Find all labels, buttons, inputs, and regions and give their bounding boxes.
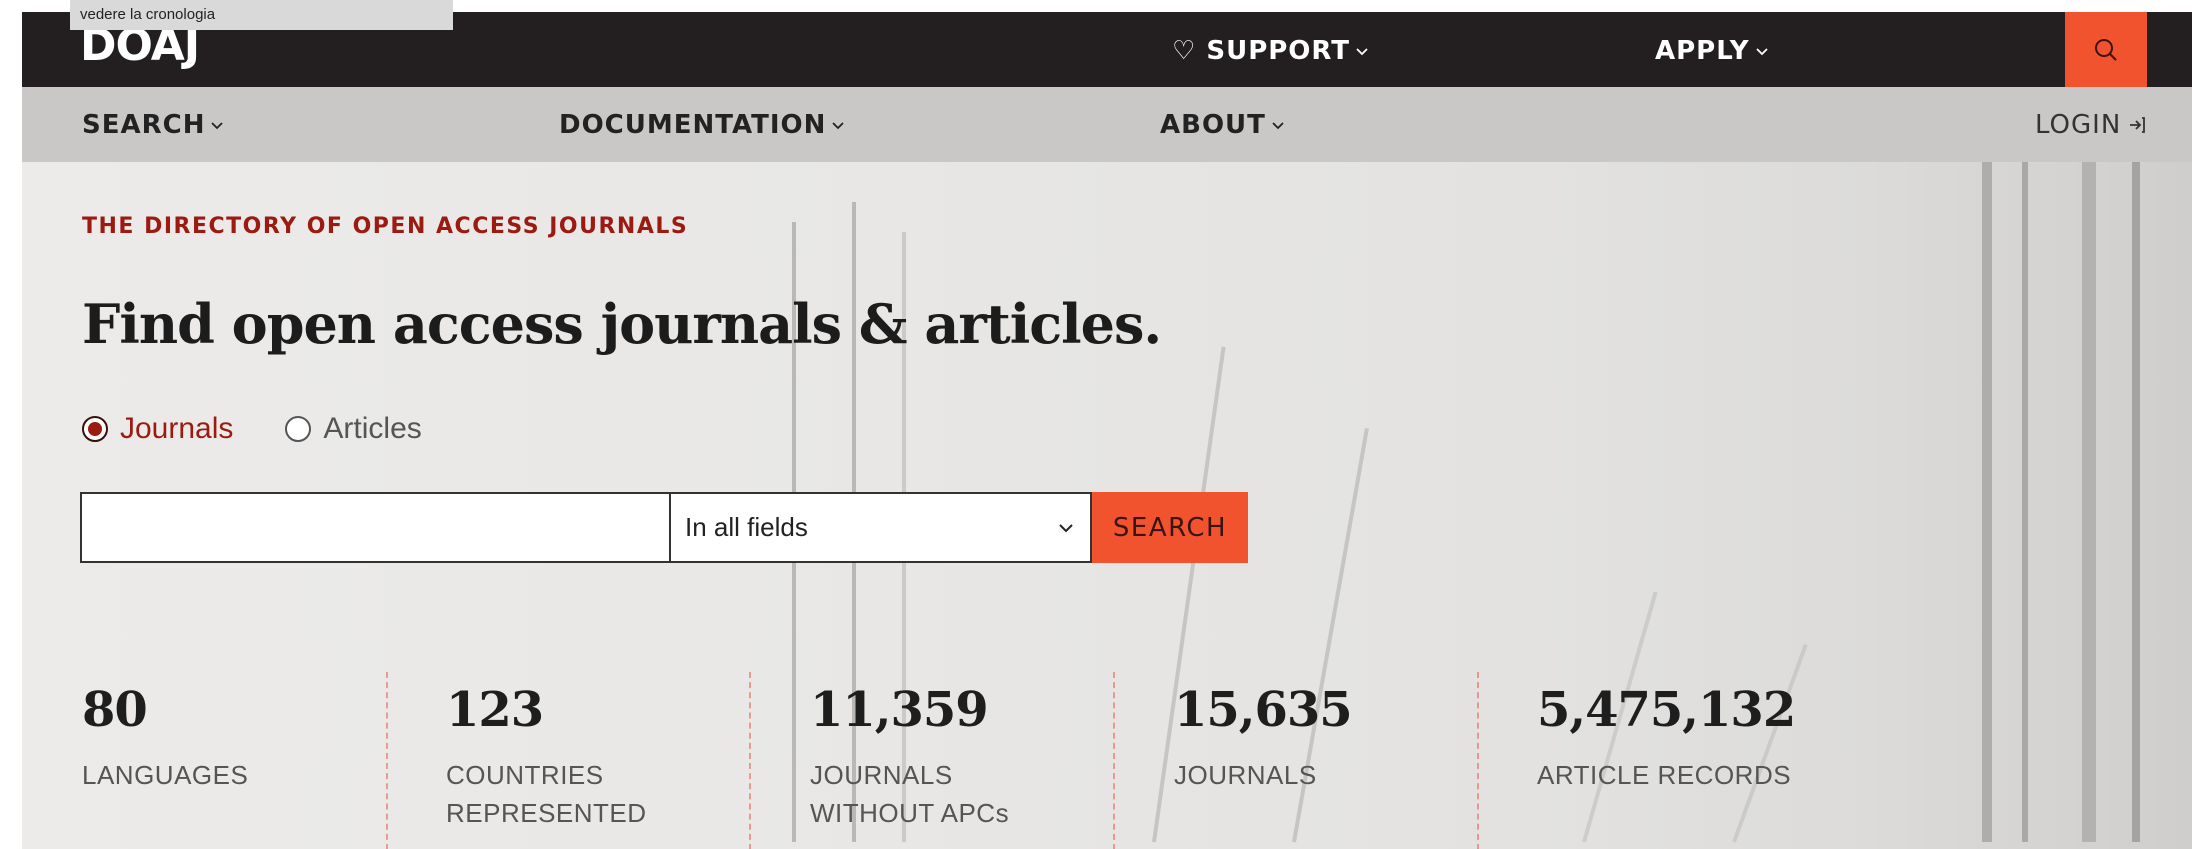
stat-divider (749, 672, 751, 849)
decorative-stroke (1982, 102, 1992, 842)
nav-login[interactable]: LOGIN (2035, 110, 2147, 140)
stat-label-line: LANGUAGES (82, 760, 249, 790)
stat-label-line: JOURNALS (1174, 760, 1317, 790)
decorative-stroke (2082, 102, 2096, 842)
stat-label: COUNTRIES REPRESENTED (446, 756, 647, 832)
stat-divider (1477, 672, 1479, 849)
history-tooltip: vedere la cronologia (70, 0, 453, 30)
stat-divider (1113, 672, 1115, 849)
support-menu[interactable]: ♡ SUPPORT (1172, 36, 1368, 66)
site-kicker: THE DIRECTORY OF OPEN ACCESS JOURNALS (82, 214, 689, 239)
stat-label: JOURNALS (1174, 756, 1352, 794)
chevron-down-icon (1755, 48, 1768, 56)
nav-about-label: ABOUT (1160, 110, 1266, 140)
stat-value: 5,475,132 (1537, 682, 1796, 738)
chevron-down-icon (1356, 48, 1368, 56)
nav-documentation-label: DOCUMENTATION (559, 110, 827, 140)
stat-label-line: ARTICLE RECORDS (1537, 760, 1792, 790)
stat-article-records: 5,475,132 ARTICLE RECORDS (1537, 682, 1796, 794)
stat-label: LANGUAGES (82, 756, 248, 794)
apply-menu[interactable]: APPLY (1655, 36, 1768, 66)
radio-articles[interactable]: Articles (285, 412, 422, 446)
stat-countries: 123 COUNTRIES REPRESENTED (446, 682, 647, 832)
chevron-down-icon (1272, 122, 1284, 130)
chevron-down-icon (832, 122, 845, 130)
nav-documentation[interactable]: DOCUMENTATION (559, 110, 845, 140)
nav-login-label: LOGIN (2035, 110, 2122, 140)
stat-value: 15,635 (1174, 682, 1353, 738)
stat-label: JOURNALS WITHOUT APCs (810, 756, 1009, 832)
chevron-down-icon (1059, 523, 1073, 532)
stat-label: ARTICLE RECORDS (1537, 756, 1795, 794)
field-select[interactable]: In all fields (671, 492, 1092, 563)
stat-divider (386, 672, 388, 849)
search-icon (2095, 38, 2117, 61)
main-nav (22, 87, 2192, 162)
stat-value: 80 (82, 682, 148, 738)
stat-value: 123 (446, 682, 544, 738)
stat-journals: 15,635 JOURNALS (1174, 682, 1353, 794)
page-title: Find open access journals & articles. (82, 292, 1162, 356)
stat-label-line: REPRESENTED (446, 798, 647, 828)
radio-journals-label: Journals (120, 412, 234, 445)
radio-articles-label: Articles (323, 412, 422, 445)
browser-viewport: DOAJ ♡ SUPPORT APPLY SEARCH DOCUMENTATIO… (22, 12, 2192, 849)
radio-selected-icon[interactable] (82, 416, 108, 442)
stat-label-line: WITHOUT APCs (810, 798, 1010, 828)
header-search-button[interactable] (2065, 12, 2147, 87)
radio-journals[interactable]: Journals (82, 412, 233, 446)
search-input[interactable] (80, 492, 671, 563)
decorative-stroke (2022, 102, 2028, 842)
search-type-toggle: Journals Articles (82, 412, 422, 446)
nav-search[interactable]: SEARCH (82, 110, 224, 140)
radio-unselected-icon[interactable] (285, 416, 312, 442)
support-label: ♡ SUPPORT (1172, 36, 1350, 66)
field-select-value: In all fields (685, 512, 808, 542)
login-icon (2130, 117, 2146, 133)
nav-search-label: SEARCH (82, 110, 206, 140)
chevron-down-icon (211, 122, 224, 130)
decorative-stroke (2132, 102, 2140, 842)
nav-about[interactable]: ABOUT (1160, 110, 1284, 140)
stat-value: 11,359 (810, 682, 989, 738)
stat-label-line: COUNTRIES (446, 760, 604, 790)
stat-label-line: JOURNALS (810, 760, 953, 790)
search-button[interactable]: SEARCH (1092, 492, 1248, 563)
apply-label: APPLY (1655, 36, 1750, 66)
stat-languages: 80 LANGUAGES (82, 682, 248, 794)
stat-journals-no-apc: 11,359 JOURNALS WITHOUT APCs (810, 682, 1009, 832)
